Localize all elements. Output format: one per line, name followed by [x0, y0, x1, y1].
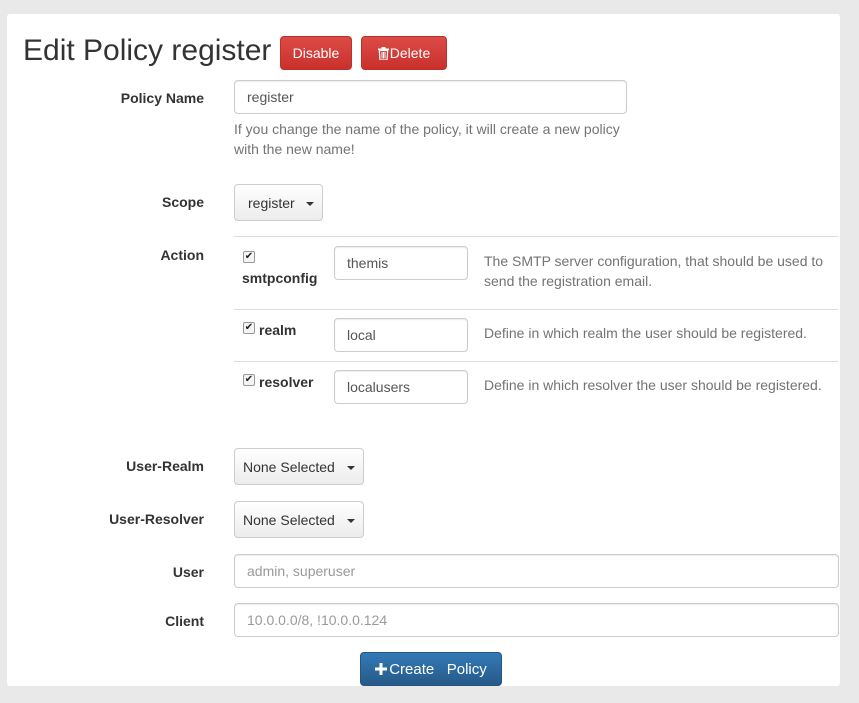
- policy-name-input[interactable]: register: [234, 80, 627, 114]
- action-divider: [234, 361, 838, 362]
- realm-checkbox[interactable]: ✔: [243, 322, 255, 334]
- user-resolver-dropdown[interactable]: None Selected: [234, 501, 364, 538]
- realm-input[interactable]: local: [334, 318, 468, 352]
- client-label: Client: [165, 613, 204, 629]
- smtpconfig-description: The SMTP server configuration, that shou…: [484, 253, 824, 289]
- user-realm-label: User-Realm: [126, 458, 204, 474]
- user-realm-selected: None Selected: [243, 458, 335, 475]
- caret-down-icon: [347, 465, 355, 470]
- resolver-input[interactable]: localusers: [334, 370, 468, 404]
- user-label: User: [172, 564, 204, 580]
- smtpconfig-option-name: smtpconfig: [242, 270, 318, 286]
- user-input[interactable]: admin, superuser: [234, 554, 839, 588]
- resolver-description: Define in which resolver the user should…: [484, 377, 822, 393]
- smtpconfig-input[interactable]: themis: [334, 246, 468, 280]
- resolver-checkbox[interactable]: ✔: [243, 374, 255, 386]
- user-resolver-selected: None Selected: [243, 511, 335, 528]
- scope-label: Scope: [161, 194, 204, 210]
- policy-panel: Edit Policy register Disable Delete Poli…: [7, 14, 840, 686]
- disable-button[interactable]: Disable: [280, 36, 352, 70]
- delete-button-label: Delete: [389, 45, 431, 61]
- action-divider-top: [234, 236, 838, 237]
- caret-down-icon: [306, 201, 314, 206]
- client-input[interactable]: 10.0.0.0/8, !10.0.0.124: [234, 603, 839, 637]
- user-realm-dropdown[interactable]: None Selected: [234, 448, 364, 485]
- scope-selected: register: [248, 194, 295, 211]
- create-policy-label: Create Policy: [389, 660, 487, 678]
- check-icon: ✔: [244, 251, 254, 262]
- realm-description: Define in which realm the user should be…: [484, 325, 807, 341]
- resolver-option-name: resolver: [259, 374, 314, 390]
- delete-button[interactable]: Delete: [361, 36, 447, 70]
- user-resolver-label: User-Resolver: [109, 511, 204, 527]
- realm-option-name: realm: [259, 322, 297, 338]
- scope-dropdown[interactable]: register: [234, 184, 323, 221]
- action-label: Action: [160, 247, 204, 263]
- check-icon: ✔: [244, 322, 254, 333]
- action-divider: [234, 309, 838, 310]
- policy-name-help: If you change the name of the policy, it…: [234, 121, 620, 157]
- policy-name-label: Policy Name: [120, 90, 204, 106]
- disable-button-label: Disable: [292, 45, 340, 61]
- smtpconfig-checkbox[interactable]: ✔: [243, 251, 255, 263]
- caret-down-icon: [347, 518, 355, 523]
- check-icon: ✔: [244, 374, 254, 385]
- create-policy-button[interactable]: Create Policy: [360, 652, 502, 686]
- page-title: Edit Policy register: [23, 34, 272, 67]
- trash-icon: [377, 46, 389, 60]
- plus-icon: [375, 663, 388, 675]
